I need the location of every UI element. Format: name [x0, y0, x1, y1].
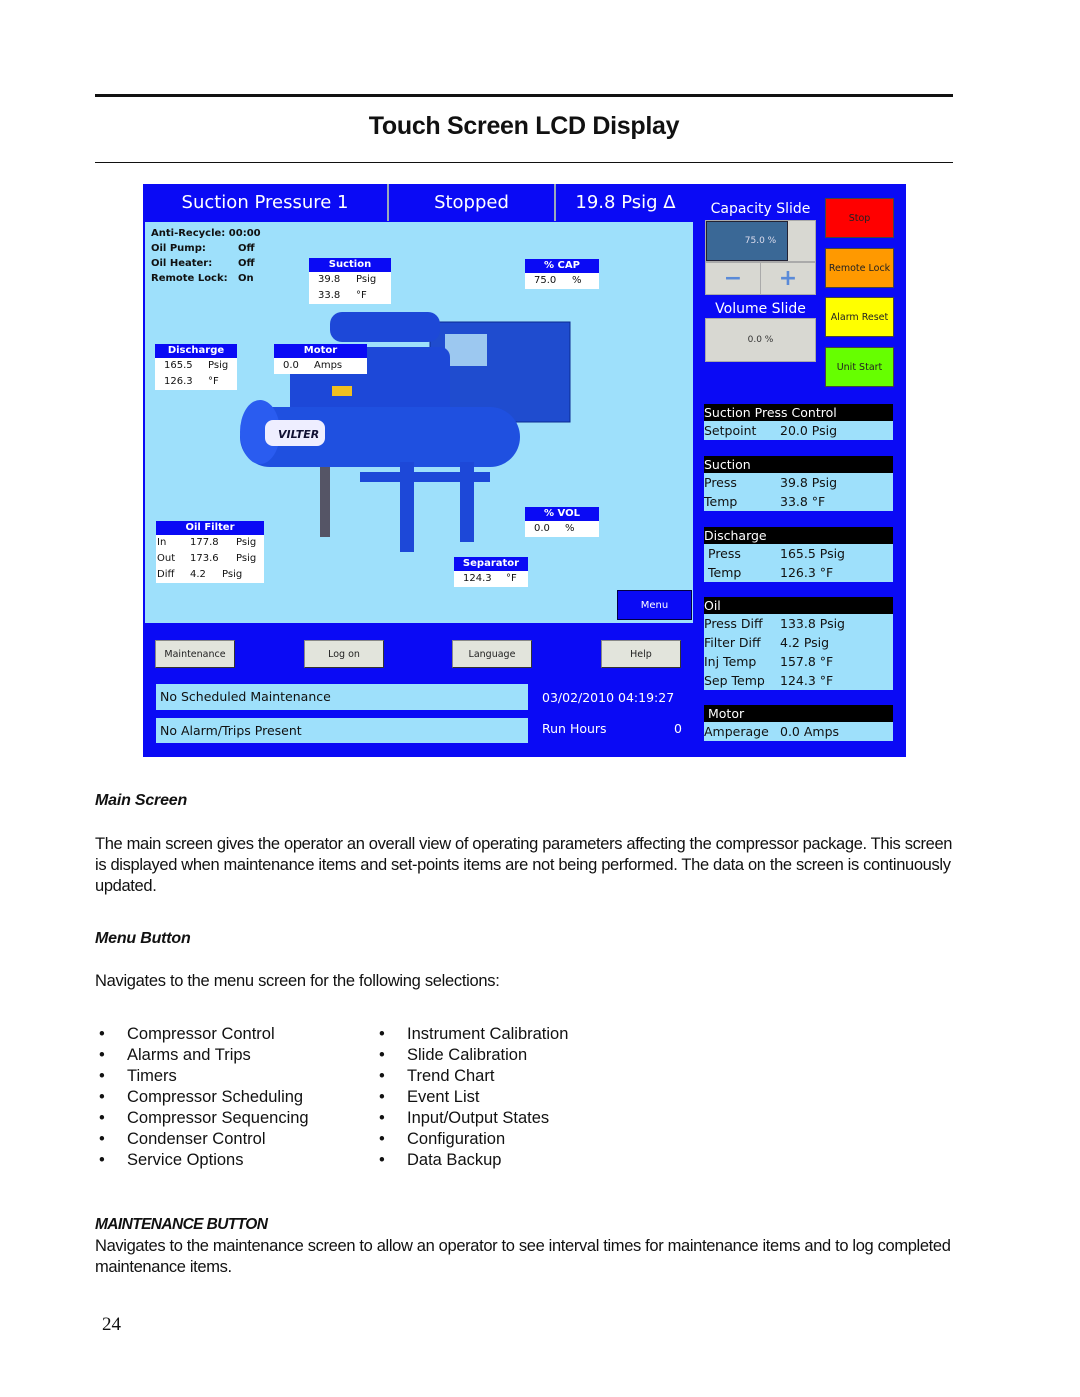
menu-list-item: Compressor Scheduling: [99, 1087, 309, 1108]
menu-list-left: Compressor ControlAlarms and TripsTimers…: [99, 1024, 309, 1171]
suction-box: Suction 39.8 Psig 33.8 °F: [309, 258, 391, 304]
status-remote-lock: Remote Lock: On: [151, 273, 254, 284]
panel-discharge: Discharge Press 165.5 Psig Temp 126.3 °F: [704, 527, 893, 582]
alarm-reset-button[interactable]: Alarm Reset: [825, 297, 894, 337]
maintenance-button-text: Navigates to the maintenance screen to a…: [95, 1237, 951, 1276]
menu-button-text: Navigates to the menu screen for the fol…: [95, 972, 500, 990]
menu-list-item: Instrument Calibration: [379, 1024, 568, 1045]
run-hours-label: Run Hours: [542, 721, 607, 736]
stop-button[interactable]: Stop: [825, 198, 894, 238]
main-screen-heading: Main Screen: [95, 792, 188, 809]
datetime: 03/02/2010 04:19:27: [542, 690, 675, 705]
page-number: 24: [102, 1314, 121, 1335]
hmi-main-screen: Suction Pressure 1 Stopped 19.8 Psig Δ V…: [143, 184, 906, 757]
discharge-box: Discharge 165.5 Psig 126.3 °F: [155, 344, 237, 390]
logo-text: VILTER: [278, 428, 319, 441]
menu-list-right: Instrument CalibrationSlide CalibrationT…: [379, 1024, 568, 1171]
maintenance-status: No Scheduled Maintenance: [156, 684, 528, 710]
unit-start-button[interactable]: Unit Start: [825, 347, 894, 387]
capacity-slide-label: Capacity Slide: [710, 201, 811, 217]
top-rule: [95, 94, 953, 97]
cap-box: % CAP 75.0%: [525, 259, 599, 289]
panel-suction-press-control: Suction Press Control Setpoint 20.0 Psig: [704, 404, 893, 440]
volume-slide-bar: 0.0 %: [705, 318, 816, 362]
language-button[interactable]: Language: [452, 640, 532, 668]
menu-button-heading: Menu Button: [95, 930, 191, 947]
capacity-increase-button[interactable]: +: [760, 262, 816, 295]
header-name: Suction Pressure 1: [143, 184, 389, 221]
plus-icon: +: [778, 266, 798, 291]
menu-button[interactable]: Menu: [617, 590, 692, 620]
menu-list-item: Alarms and Trips: [99, 1045, 309, 1066]
menu-list-item: Trend Chart: [379, 1066, 568, 1087]
alarm-status: No Alarm/Trips Present: [156, 718, 528, 743]
maintenance-button-heading: MAINTENANCE BUTTON: [95, 1216, 268, 1233]
title-rule: [95, 162, 953, 163]
header-pressure: 19.8 Psig Δ: [575, 192, 676, 213]
menu-list-item: Service Options: [99, 1150, 309, 1171]
oil-filter-box: Oil Filter In 177.8 Psig Out 173.6 Psig Diff…: [156, 521, 264, 583]
menu-list-item: Compressor Sequencing: [99, 1108, 309, 1129]
menu-list-item: Input/Output States: [379, 1108, 568, 1129]
menu-list-item: Compressor Control: [99, 1024, 309, 1045]
volume-slide-label: Volume Slide: [715, 301, 806, 317]
separator-box: Separator 124.3 °F: [454, 557, 528, 587]
panel-motor: Motor Amperage 0.0 Amps: [704, 705, 893, 741]
status-oil-pump: Oil Pump: Off: [151, 243, 255, 254]
vol-box: % VOL 0.0%: [525, 507, 599, 537]
minus-icon: −: [723, 266, 743, 291]
panel-oil: Oil Press Diff 133.8 Psig Filter Diff 4.2 …: [704, 597, 893, 690]
main-screen-text: The main screen gives the operator an ov…: [95, 835, 953, 895]
help-button[interactable]: Help: [601, 640, 681, 668]
menu-list-item: Timers: [99, 1066, 309, 1087]
menu-list-item: Event List: [379, 1087, 568, 1108]
menu-list-item: Slide Calibration: [379, 1045, 568, 1066]
header-state: Stopped: [389, 184, 556, 221]
capacity-slide-value: 75.0 %: [744, 236, 777, 246]
log-on-button[interactable]: Log on: [304, 640, 384, 668]
capacity-decrease-button[interactable]: −: [705, 262, 761, 295]
maintenance-button[interactable]: Maintenance: [155, 640, 235, 668]
status-anti-recycle: Anti-Recycle: 00:00: [151, 228, 261, 239]
motor-box: Motor 0.0 Amps: [274, 344, 367, 374]
menu-list-item: Configuration: [379, 1129, 568, 1150]
overview-panel: VILTER Anti-Recycle: 00:00 Oil Pump: Off …: [145, 222, 693, 623]
remote-lock-button[interactable]: Remote Lock: [825, 248, 894, 288]
menu-list-item: Data Backup: [379, 1150, 568, 1171]
status-oil-heater: Oil Heater: Off: [151, 258, 255, 269]
panel-suction: Suction Press 39.8 Psig Temp 33.8 °F: [704, 456, 893, 511]
capacity-slide-bar: 75.0 %: [705, 220, 816, 262]
run-hours-value: 0: [674, 721, 682, 736]
page-title: Touch Screen LCD Display: [368, 112, 680, 140]
menu-list-item: Condenser Control: [99, 1129, 309, 1150]
